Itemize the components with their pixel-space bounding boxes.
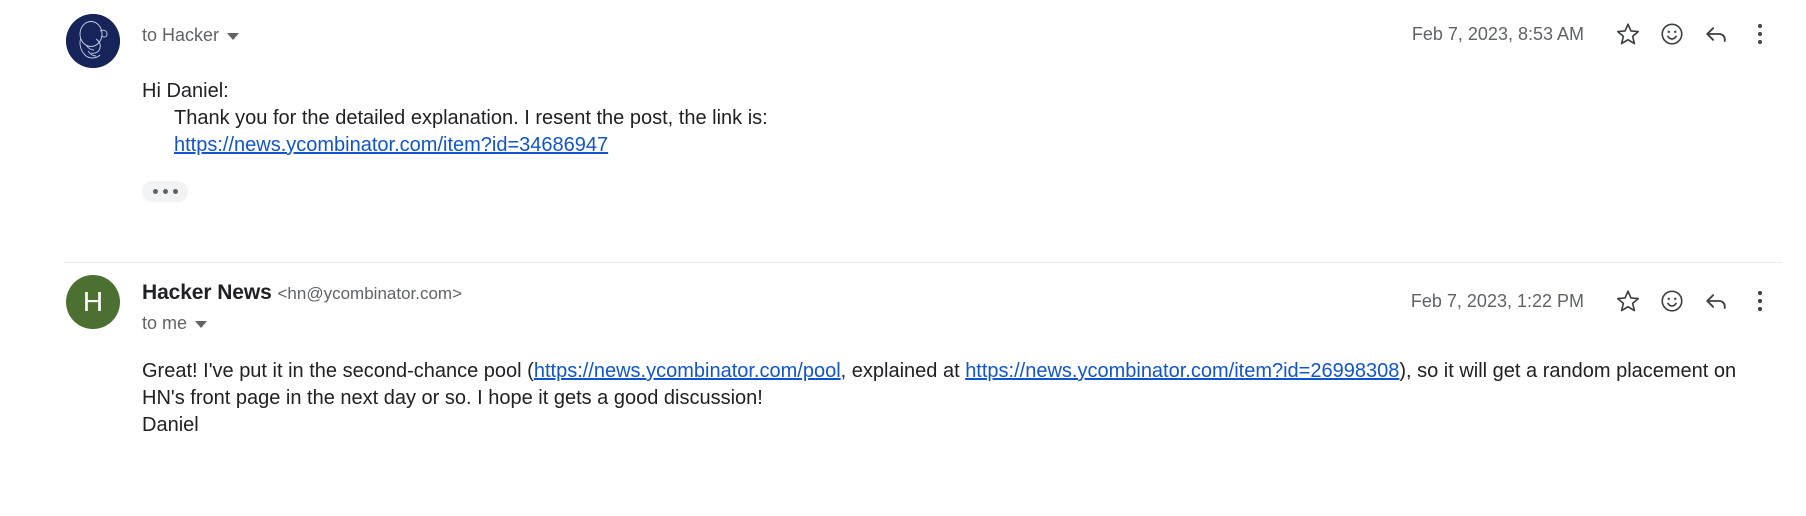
avatar: [66, 14, 120, 68]
body-text: Thank you for the detailed explanation. …: [174, 107, 768, 129]
message-body: Hi Daniel: Thank you for the detailed ex…: [142, 78, 1782, 159]
message-date: Feb 7, 2023, 8:53 AM: [1411, 24, 1584, 44]
sender-row: Hacker News <hn@ycombinator.com>: [142, 279, 462, 308]
body-paragraph-line2: HN's front page in the next day or so. I…: [142, 387, 763, 409]
sender-block: to Hacker: [142, 10, 240, 48]
email-message-2[interactable]: H Hacker News <hn@ycombinator.com> to me…: [0, 263, 1806, 439]
email-message-1[interactable]: to Hacker Feb 7, 2023, 8:53 AM Hi Daniel…: [0, 0, 1806, 262]
more-options-button[interactable]: [1738, 12, 1782, 56]
message-header: to Hacker Feb 7, 2023, 8:53 AM: [142, 10, 1782, 56]
reply-button[interactable]: [1694, 279, 1738, 323]
sender-name: Hacker News: [142, 281, 272, 304]
reply-button[interactable]: [1694, 12, 1738, 56]
recipient-label: to Hacker: [142, 25, 220, 45]
message-actions: Feb 7, 2023, 8:53 AM: [1412, 10, 1782, 56]
star-button[interactable]: [1606, 12, 1650, 56]
chevron-down-icon[interactable]: [227, 32, 240, 40]
recipient-row[interactable]: to Hacker: [142, 22, 240, 48]
star-button[interactable]: [1606, 279, 1650, 323]
body-paragraph: Thank you for the detailed explanation. …: [142, 105, 1782, 132]
sender-block: Hacker News <hn@ycombinator.com> to me: [142, 277, 462, 336]
recipient-label: to me: [142, 313, 188, 333]
three-dots-icon: [1758, 24, 1762, 44]
body-text-segment-2: , explained at: [840, 360, 966, 382]
greeting-line: Hi Daniel:: [142, 80, 229, 102]
hn-item-link[interactable]: https://news.ycombinator.com/item?id=346…: [174, 134, 608, 156]
body-text-segment-3: ), so it will get a random placement on: [1399, 360, 1737, 382]
three-dots-icon: [1758, 291, 1762, 311]
chevron-down-icon[interactable]: [195, 320, 208, 328]
show-trimmed-content-button[interactable]: [142, 181, 188, 202]
body-paragraph: Great! I've put it in the second-chance …: [142, 358, 1782, 385]
more-options-button[interactable]: [1738, 279, 1782, 323]
body-text-segment-1: Great! I've put it in the second-chance …: [142, 360, 534, 382]
add-reaction-button[interactable]: [1650, 279, 1694, 323]
hn-pool-link[interactable]: https://news.ycombinator.com/pool: [534, 360, 841, 382]
email-thread: to Hacker Feb 7, 2023, 8:53 AM Hi Daniel…: [0, 0, 1806, 516]
message-header: Hacker News <hn@ycombinator.com> to me F…: [142, 277, 1782, 336]
sender-email: <hn@ycombinator.com>: [277, 284, 463, 303]
message-actions: Feb 7, 2023, 1:22 PM: [1411, 277, 1782, 323]
signature: Daniel: [142, 414, 199, 436]
recipient-row[interactable]: to me: [142, 310, 462, 336]
add-reaction-button[interactable]: [1650, 12, 1694, 56]
body-link-line: https://news.ycombinator.com/item?id=346…: [142, 132, 1782, 159]
avatar: H: [66, 275, 120, 329]
hn-item-link[interactable]: https://news.ycombinator.com/item?id=269…: [965, 360, 1399, 382]
message-date: Feb 7, 2023, 1:22 PM: [1410, 291, 1584, 311]
message-body: Great! I've put it in the second-chance …: [142, 358, 1782, 439]
